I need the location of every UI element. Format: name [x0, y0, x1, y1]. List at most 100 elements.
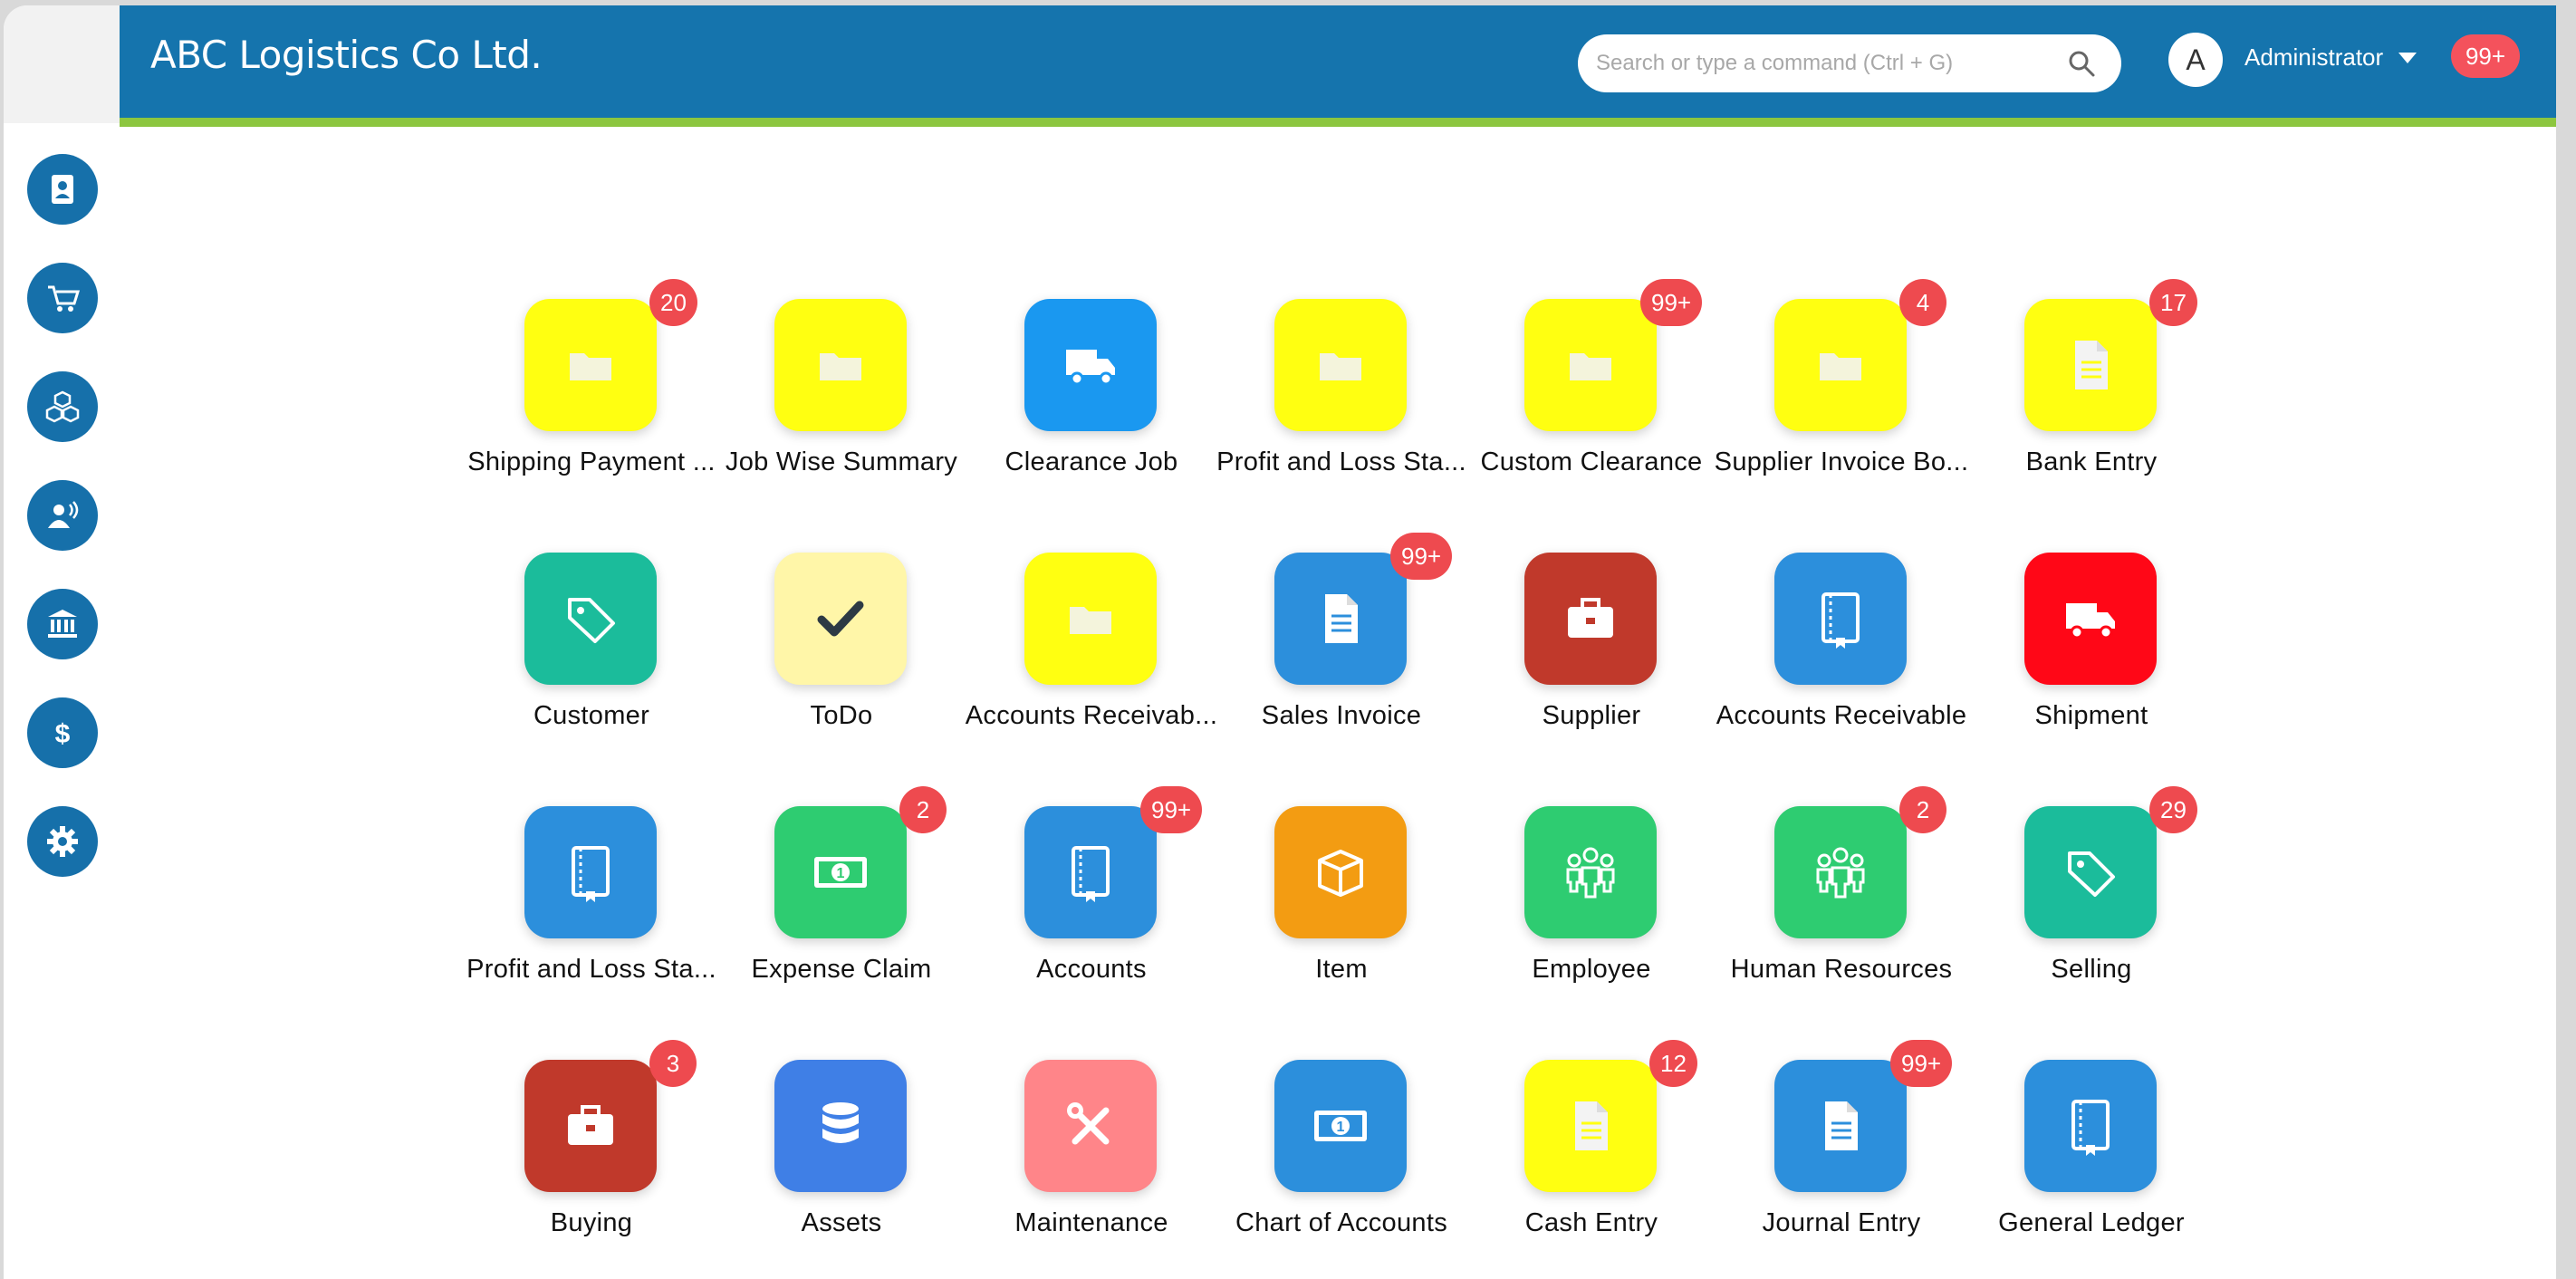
avatar[interactable]: A [2168, 33, 2223, 87]
module-tile-shipping-payment[interactable]: 20 Shipping Payment ... [456, 279, 727, 507]
module-label[interactable]: Shipment [1956, 701, 2227, 731]
module-label[interactable]: Bank Entry [1956, 447, 2227, 477]
module-icon-box[interactable]: 1 [1274, 1060, 1407, 1192]
module-icon-box[interactable] [1774, 299, 1907, 431]
sidebar-button-contact-book[interactable] [27, 154, 98, 225]
module-tile-custom-clearance[interactable]: 99+ Custom Clearance [1456, 279, 1727, 507]
module-tile-supplier-invoice-bo[interactable]: 4 Supplier Invoice Bo... [1706, 279, 1977, 507]
module-tile-job-wise-summary[interactable]: Job Wise Summary [706, 299, 977, 507]
search-input[interactable] [1578, 34, 2121, 92]
document-icon [1559, 1094, 1622, 1158]
sidebar-button-cart[interactable] [27, 263, 98, 333]
module-icon-box[interactable] [1024, 1060, 1157, 1192]
module-label[interactable]: ToDo [706, 701, 977, 731]
module-tile-accounts-receivable[interactable]: Accounts Receivable [1706, 553, 1977, 761]
module-tile-supplier[interactable]: Supplier [1456, 553, 1727, 761]
module-icon-box[interactable] [1774, 1060, 1907, 1192]
module-tile-bank-entry[interactable]: 17 Bank Entry [1956, 279, 2227, 507]
module-icon-box[interactable] [1774, 806, 1907, 938]
caret-down-icon[interactable] [2398, 53, 2417, 63]
module-icon-box[interactable] [524, 299, 657, 431]
module-icon-box[interactable] [1524, 553, 1657, 685]
module-tile-assets[interactable]: Assets [706, 1060, 977, 1268]
module-label[interactable]: Buying [456, 1208, 727, 1238]
module-icon-box[interactable] [1774, 553, 1907, 685]
module-label[interactable]: Custom Clearance [1456, 447, 1727, 477]
module-icon-box[interactable] [524, 806, 657, 938]
module-tile-expense-claim[interactable]: 1 2 Expense Claim [706, 786, 977, 1015]
module-icon-box[interactable] [2024, 806, 2157, 938]
module-tile-profit-and-loss-sta[interactable]: Profit and Loss Sta... [456, 806, 727, 1015]
module-tile-profit-and-loss-sta[interactable]: Profit and Loss Sta... [1206, 299, 1477, 507]
module-tile-general-ledger[interactable]: General Ledger [1956, 1060, 2227, 1268]
module-label[interactable]: Profit and Loss Sta... [456, 955, 727, 985]
module-icon-box[interactable] [1024, 806, 1157, 938]
module-tile-maintenance[interactable]: Maintenance [956, 1060, 1227, 1268]
module-label[interactable]: Sales Invoice [1206, 701, 1477, 731]
module-label[interactable]: Accounts Receivable [1706, 701, 1977, 731]
module-icon-box[interactable] [1524, 806, 1657, 938]
module-label[interactable]: Profit and Loss Sta... [1206, 447, 1477, 477]
module-icon-box[interactable] [1274, 806, 1407, 938]
module-icon-box[interactable] [2024, 299, 2157, 431]
module-label[interactable]: Journal Entry [1706, 1208, 1977, 1238]
module-label[interactable]: Accounts [956, 955, 1227, 985]
sidebar-button-dollar[interactable]: $ [27, 697, 98, 768]
notifications-badge[interactable]: 99+ [2451, 34, 2520, 78]
module-label[interactable]: Supplier Invoice Bo... [1706, 447, 1977, 477]
module-label[interactable]: Clearance Job [956, 447, 1227, 477]
search-icon[interactable] [2067, 49, 2096, 78]
module-tile-chart-of-accounts[interactable]: 1 Chart of Accounts [1206, 1060, 1477, 1268]
module-label[interactable]: Expense Claim [706, 955, 977, 985]
module-icon-box[interactable] [2024, 553, 2157, 685]
module-icon-box[interactable]: 1 [774, 806, 907, 938]
user-menu-label[interactable]: Administrator [2244, 43, 2383, 72]
module-label[interactable]: Maintenance [956, 1208, 1227, 1238]
module-icon-box[interactable] [1024, 299, 1157, 431]
module-tile-clearance-job[interactable]: Clearance Job [956, 299, 1227, 507]
module-icon-box[interactable] [524, 1060, 657, 1192]
module-tile-human-resources[interactable]: 2 Human Resources [1706, 786, 1977, 1015]
module-label[interactable]: General Ledger [1956, 1208, 2227, 1238]
document-icon [1809, 1094, 1872, 1158]
app-title[interactable]: ABC Logistics Co Ltd. [150, 33, 543, 77]
module-label[interactable]: Supplier [1456, 701, 1727, 731]
module-tile-accounts[interactable]: 99+ Accounts [956, 786, 1227, 1015]
module-icon-box[interactable] [774, 553, 907, 685]
module-icon-box[interactable] [524, 553, 657, 685]
module-label[interactable]: Shipping Payment ... [456, 447, 727, 477]
sidebar-button-gear[interactable] [27, 806, 98, 877]
module-tile-customer[interactable]: Customer [456, 553, 727, 761]
module-tile-item[interactable]: Item [1206, 806, 1477, 1015]
module-label[interactable]: Job Wise Summary [706, 447, 977, 477]
module-label[interactable]: Human Resources [1706, 955, 1977, 985]
module-label[interactable]: Employee [1456, 955, 1727, 985]
module-icon-box[interactable] [1524, 299, 1657, 431]
sidebar-button-user-voice[interactable] [27, 480, 98, 551]
module-icon-box[interactable] [1524, 1060, 1657, 1192]
module-icon-box[interactable] [774, 299, 907, 431]
module-tile-sales-invoice[interactable]: 99+ Sales Invoice [1206, 533, 1477, 761]
module-tile-shipment[interactable]: Shipment [1956, 553, 2227, 761]
module-tile-selling[interactable]: 29 Selling [1956, 786, 2227, 1015]
module-tile-todo[interactable]: ToDo [706, 553, 977, 761]
module-tile-employee[interactable]: Employee [1456, 806, 1727, 1015]
sidebar-button-boxes[interactable] [27, 371, 98, 442]
module-tile-accounts-receivab[interactable]: Accounts Receivab... [956, 553, 1227, 761]
module-tile-cash-entry[interactable]: 12 Cash Entry [1456, 1040, 1727, 1268]
module-icon-box[interactable] [1024, 553, 1157, 685]
module-label[interactable]: Item [1206, 955, 1477, 985]
module-label[interactable]: Customer [456, 701, 727, 731]
module-label[interactable]: Accounts Receivab... [956, 701, 1227, 731]
module-icon-box[interactable] [2024, 1060, 2157, 1192]
module-label[interactable]: Chart of Accounts [1206, 1208, 1477, 1238]
module-icon-box[interactable] [1274, 299, 1407, 431]
sidebar-button-bank[interactable] [27, 589, 98, 659]
module-icon-box[interactable] [1274, 553, 1407, 685]
module-icon-box[interactable] [774, 1060, 907, 1192]
module-tile-journal-entry[interactable]: 99+ Journal Entry [1706, 1040, 1977, 1268]
module-label[interactable]: Cash Entry [1456, 1208, 1727, 1238]
module-tile-buying[interactable]: 3 Buying [456, 1040, 727, 1268]
module-label[interactable]: Selling [1956, 955, 2227, 985]
module-label[interactable]: Assets [706, 1208, 977, 1238]
